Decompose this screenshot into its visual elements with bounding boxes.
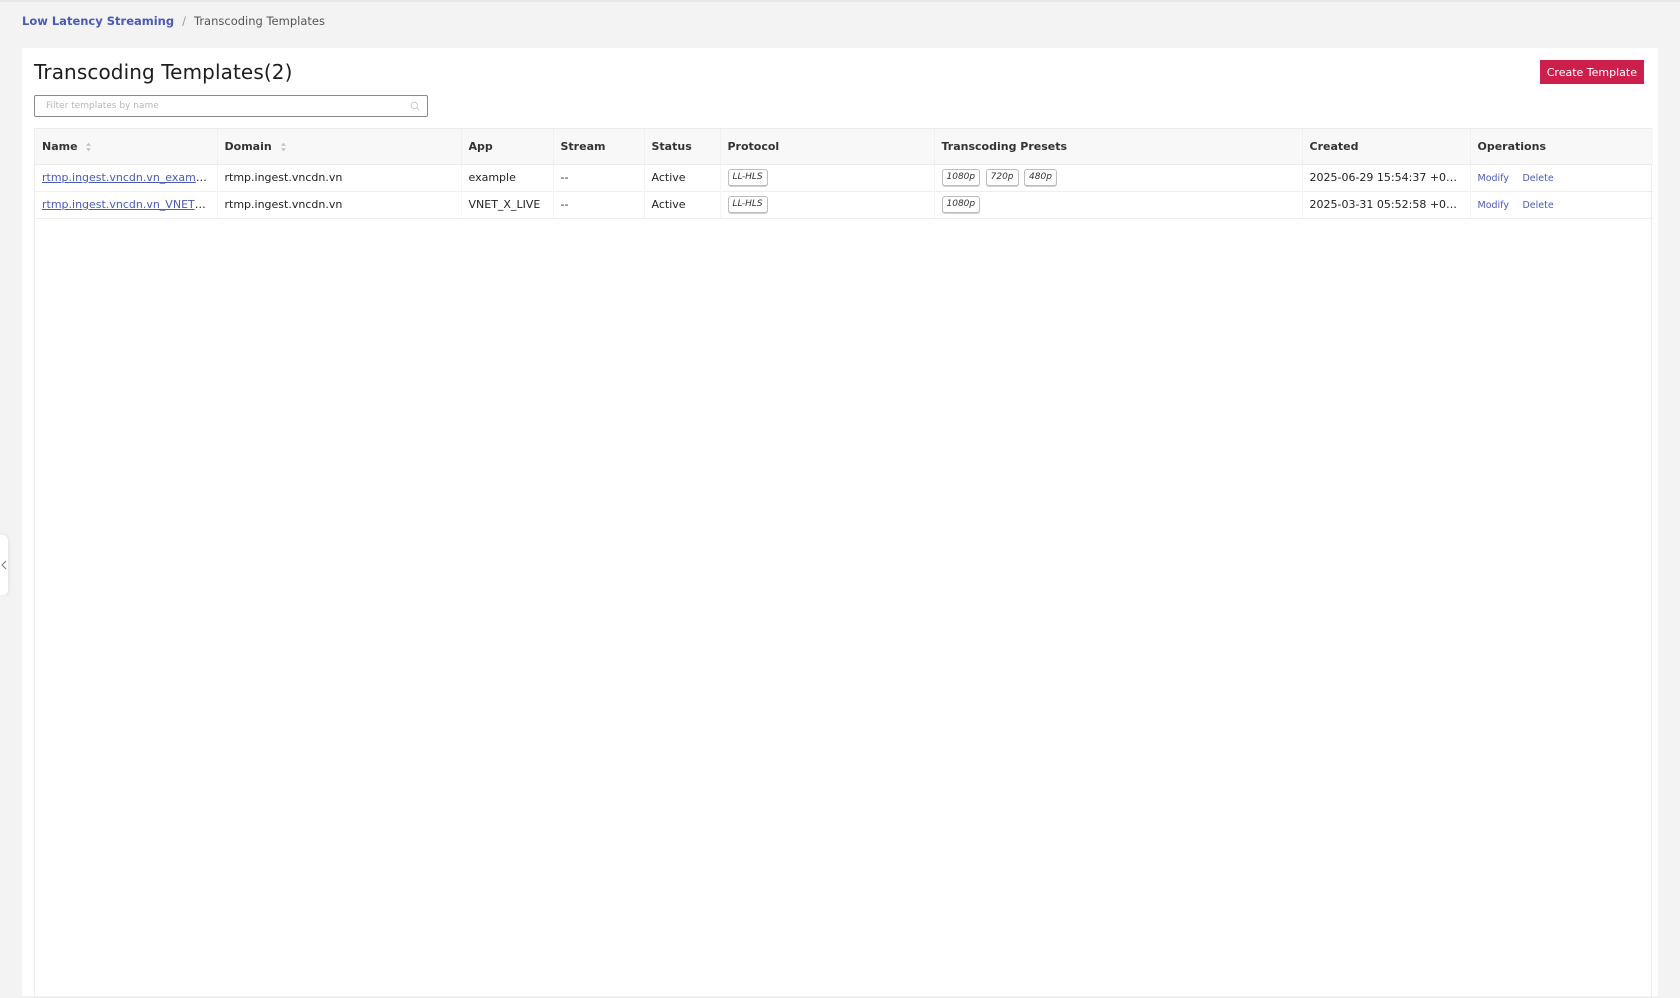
table-row: rtmp.ingest.vncdn.vn_example_t... rtmp.i…	[35, 164, 1653, 191]
templates-table: Name Domain App Stream Status Protocol T…	[34, 128, 1653, 998]
cell-operations: Modify Delete	[1470, 191, 1653, 218]
table-header-row: Name Domain App Stream Status Protocol T…	[35, 129, 1653, 165]
template-name-link[interactable]: rtmp.ingest.vncdn.vn_example_t...	[42, 171, 216, 184]
sort-icon[interactable]	[280, 142, 287, 152]
sidebar-collapse-toggle[interactable]	[0, 535, 8, 595]
preset-tag: 480p	[1024, 169, 1057, 186]
cell-presets: 1080p 720p 480p	[934, 164, 1303, 191]
delete-link[interactable]: Delete	[1522, 173, 1553, 184]
protocol-tag: LL-HLS	[727, 169, 768, 186]
preset-tag: 1080p	[941, 196, 981, 213]
create-template-button[interactable]: Create Template	[1539, 60, 1644, 84]
cell-domain: rtmp.ingest.vncdn.vn	[217, 164, 462, 191]
protocol-tag: LL-HLS	[727, 196, 768, 213]
chevron-left-icon	[1, 560, 7, 570]
template-name-link[interactable]: rtmp.ingest.vncdn.vn_VNET_X_L...	[42, 198, 216, 211]
breadcrumb: Low Latency Streaming / Transcoding Temp…	[22, 14, 325, 28]
cell-domain: rtmp.ingest.vncdn.vn	[217, 191, 462, 218]
cell-created: 2025-03-31 05:52:58 +07:00	[1302, 191, 1471, 218]
cell-name: rtmp.ingest.vncdn.vn_VNET_X_L...	[35, 191, 218, 218]
cell-name: rtmp.ingest.vncdn.vn_example_t...	[35, 164, 218, 191]
cell-operations: Modify Delete	[1470, 164, 1653, 191]
breadcrumb-separator: /	[182, 14, 186, 28]
breadcrumb-root-link[interactable]: Low Latency Streaming	[22, 14, 174, 28]
main-panel: Transcoding Templates(2) Create Template	[22, 48, 1658, 998]
cell-status: Active	[644, 164, 721, 191]
column-header-operations: Operations	[1470, 129, 1653, 165]
cell-protocol: LL-HLS	[720, 164, 935, 191]
preset-tag: 1080p	[941, 169, 981, 186]
column-header-label: Domain	[224, 139, 272, 153]
filter-input[interactable]	[35, 97, 410, 115]
sort-icon[interactable]	[85, 142, 92, 152]
filter-box	[34, 95, 428, 117]
column-header-domain[interactable]: Domain	[217, 129, 462, 165]
cell-protocol: LL-HLS	[720, 191, 935, 218]
column-header-status: Status	[644, 129, 721, 165]
cell-presets: 1080p	[934, 191, 1303, 218]
delete-link[interactable]: Delete	[1522, 200, 1553, 211]
preset-tag: 720p	[985, 169, 1019, 186]
table-row: rtmp.ingest.vncdn.vn_VNET_X_L... rtmp.in…	[35, 191, 1653, 218]
search-icon[interactable]	[410, 101, 420, 111]
column-header-created: Created	[1302, 129, 1471, 165]
column-header-label: Name	[42, 139, 78, 153]
top-border	[0, 0, 1680, 2]
cell-created: 2025-06-29 15:54:37 +07:00	[1302, 164, 1471, 191]
cell-status: Active	[644, 191, 721, 218]
column-header-name[interactable]: Name	[35, 129, 218, 165]
cell-app: example	[461, 164, 554, 191]
cell-stream: --	[553, 191, 645, 218]
breadcrumb-current: Transcoding Templates	[193, 14, 325, 28]
column-header-app: App	[461, 129, 554, 165]
column-header-transcoding-presets: Transcoding Presets	[934, 129, 1303, 165]
column-header-protocol: Protocol	[720, 129, 935, 165]
column-header-stream: Stream	[553, 129, 645, 165]
modify-link[interactable]: Modify	[1478, 173, 1509, 184]
modify-link[interactable]: Modify	[1478, 200, 1509, 211]
cell-app: VNET_X_LIVE	[461, 191, 554, 218]
page-title: Transcoding Templates(2)	[34, 60, 293, 84]
cell-stream: --	[553, 164, 645, 191]
